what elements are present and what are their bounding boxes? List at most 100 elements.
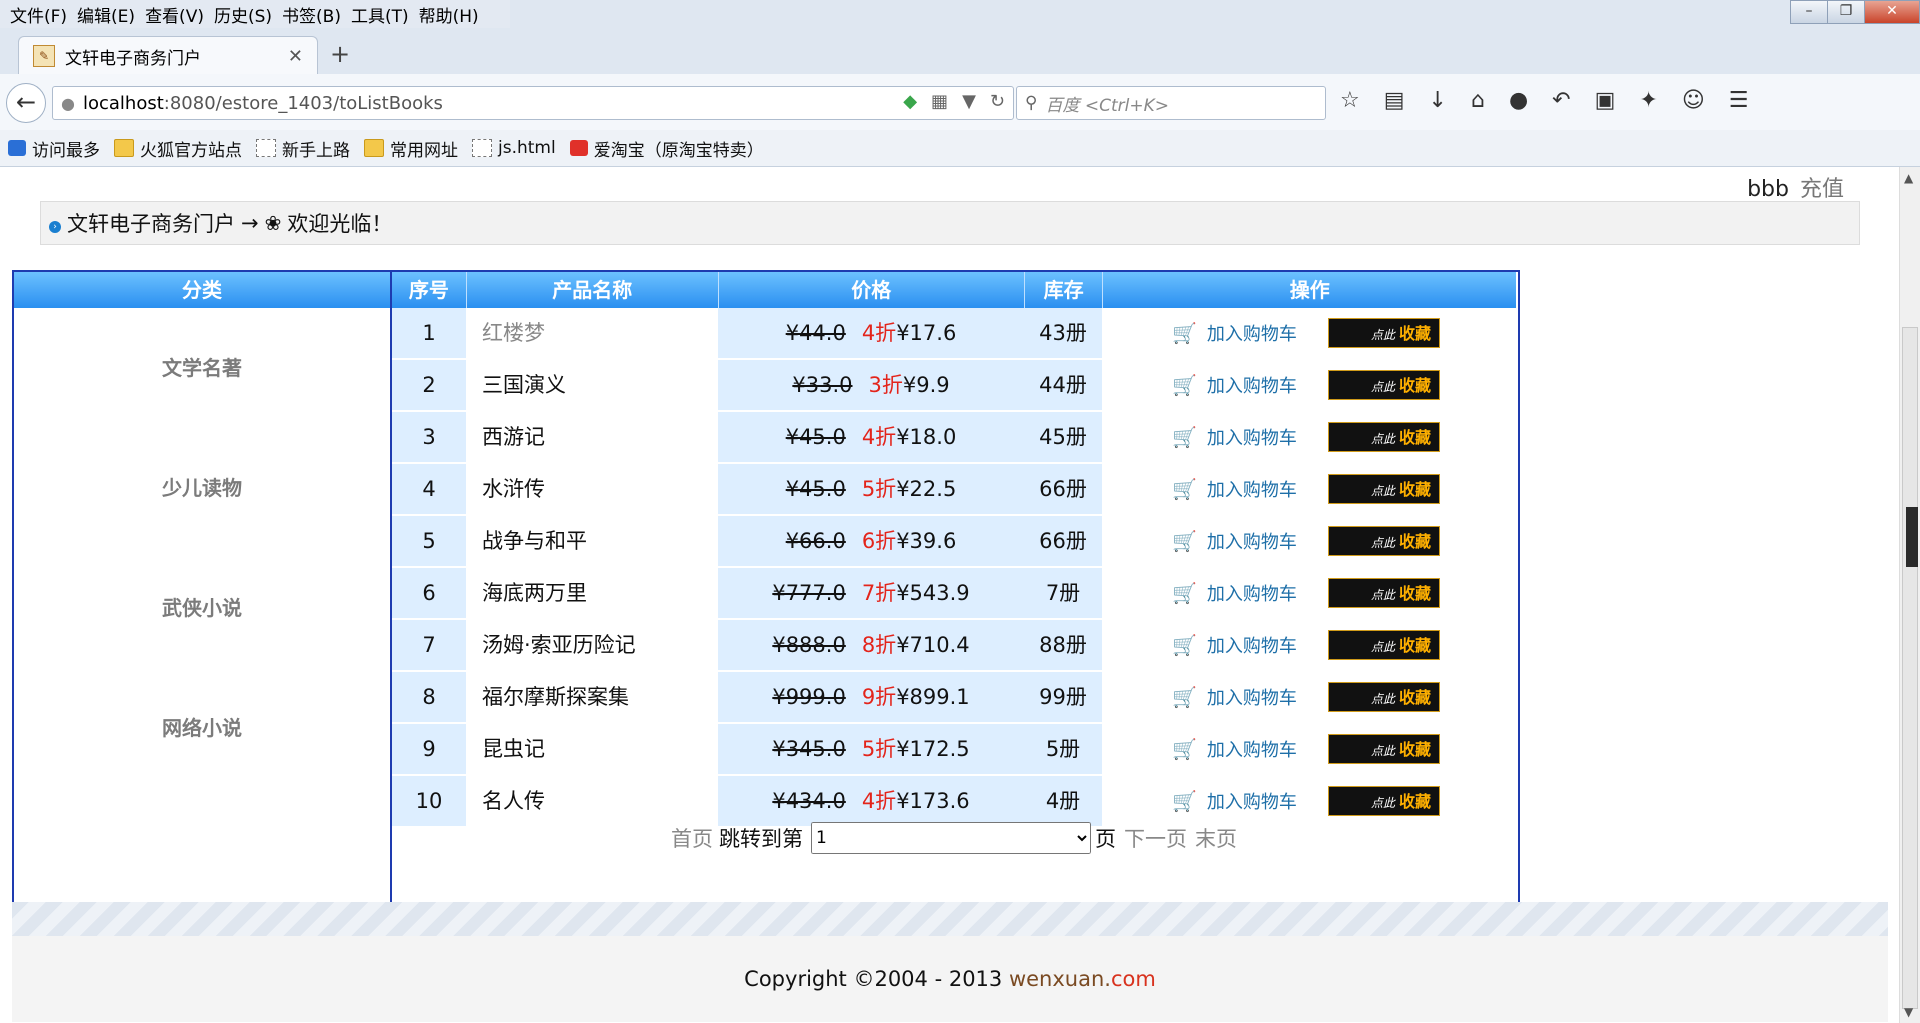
- add-to-cart-button[interactable]: 🛒 加入购物车: [1172, 620, 1297, 672]
- page-select[interactable]: 1: [811, 822, 1091, 854]
- category-item[interactable]: 武侠小说: [14, 592, 390, 621]
- favorite-prefix: 点此: [1370, 328, 1395, 342]
- cell-action: 🛒 加入购物车 点此 收藏: [1102, 776, 1516, 826]
- add-to-cart-button[interactable]: 🛒 加入购物车: [1172, 672, 1297, 724]
- next-page-link[interactable]: 下一页: [1124, 823, 1187, 853]
- reload-icon[interactable]: ↻: [990, 91, 1005, 112]
- cart-icon: 🛒: [1172, 685, 1197, 709]
- search-bar[interactable]: ⚲ 百度 <Ctrl+K>: [1016, 86, 1326, 120]
- footer-site[interactable]: wenxuan.: [1009, 967, 1111, 991]
- favorite-button[interactable]: 点此 收藏: [1328, 682, 1440, 712]
- chat-icon[interactable]: ●: [1509, 88, 1528, 113]
- new-tab-icon[interactable]: +: [330, 40, 350, 68]
- cell-name[interactable]: 三国演义: [466, 360, 718, 410]
- address-bar[interactable]: ● localhost :8080/estore_1403/toListBook…: [52, 86, 1014, 120]
- cell-name[interactable]: 海底两万里: [466, 568, 718, 618]
- qr-code-icon[interactable]: ▦: [931, 91, 948, 112]
- shield-icon[interactable]: ◆: [903, 91, 917, 112]
- dropdown-icon[interactable]: ▼: [962, 91, 976, 112]
- download-icon[interactable]: ↓: [1429, 88, 1447, 113]
- scroll-marker: [1906, 507, 1918, 567]
- bookmark-star-icon[interactable]: ☆: [1340, 88, 1360, 113]
- footer-site-tld[interactable]: com: [1111, 967, 1156, 991]
- reading-list-icon[interactable]: ▤: [1384, 88, 1405, 113]
- cart-icon: 🛒: [1172, 737, 1197, 761]
- add-to-cart-button[interactable]: 🛒 加入购物车: [1172, 360, 1297, 412]
- restore-icon[interactable]: ❐: [1827, 0, 1865, 24]
- menu-help[interactable]: 帮助(H): [419, 2, 479, 27]
- cell-name[interactable]: 水浒传: [466, 464, 718, 514]
- cell-name[interactable]: 西游记: [466, 412, 718, 462]
- cell-name[interactable]: 红楼梦: [466, 308, 718, 358]
- bookmark-firefox-site[interactable]: 火狐官方站点: [114, 136, 242, 161]
- add-to-cart-label: 加入购物车: [1206, 740, 1297, 761]
- search-icon: ⚲: [1025, 93, 1038, 113]
- close-tab-icon[interactable]: ✕: [288, 46, 303, 67]
- discount: 5折: [861, 477, 897, 501]
- category-item[interactable]: 网络小说: [14, 712, 390, 741]
- menu-tools[interactable]: 工具(T): [351, 2, 409, 27]
- bookmark-js-html[interactable]: js.html: [472, 138, 556, 158]
- bookmark-getting-started[interactable]: 新手上路: [256, 136, 350, 161]
- scroll-up-icon[interactable]: ▲: [1904, 171, 1913, 185]
- first-page-link[interactable]: 首页: [671, 823, 713, 853]
- favorite-button[interactable]: 点此 收藏: [1328, 474, 1440, 504]
- menu-edit[interactable]: 编辑(E): [77, 2, 135, 27]
- favorite-button[interactable]: 点此 收藏: [1328, 422, 1440, 452]
- browser-chrome: 文件(F) 编辑(E) 查看(V) 历史(S) 书签(B) 工具(T) 帮助(H…: [0, 0, 1920, 167]
- cell-stock: 7册: [1024, 568, 1102, 618]
- undo-icon[interactable]: ↶: [1552, 88, 1570, 113]
- add-to-cart-button[interactable]: 🛒 加入购物车: [1172, 516, 1297, 568]
- bookmark-common-sites[interactable]: 常用网址: [364, 136, 458, 161]
- close-window-icon[interactable]: ✕: [1864, 0, 1920, 24]
- crop-icon[interactable]: ▣: [1595, 88, 1616, 113]
- menu-bookmarks[interactable]: 书签(B): [282, 2, 341, 27]
- discount: 9折: [861, 685, 897, 709]
- recharge-link[interactable]: 充值: [1800, 177, 1844, 202]
- last-page-link[interactable]: 末页: [1195, 823, 1237, 853]
- add-to-cart-button[interactable]: 🛒 加入购物车: [1172, 724, 1297, 776]
- add-to-cart-button[interactable]: 🛒 加入购物车: [1172, 776, 1297, 828]
- menu-view[interactable]: 查看(V): [145, 2, 204, 27]
- extension-icon[interactable]: ✦: [1639, 88, 1657, 113]
- back-icon[interactable]: ←: [6, 83, 46, 123]
- cell-name[interactable]: 名人传: [466, 776, 718, 826]
- favorite-button[interactable]: 点此 收藏: [1328, 578, 1440, 608]
- bookmark-most-visited[interactable]: 访问最多: [8, 136, 100, 161]
- home-icon[interactable]: ⌂: [1471, 88, 1485, 113]
- add-to-cart-button[interactable]: 🛒 加入购物车: [1172, 464, 1297, 516]
- favorite-prefix: 点此: [1370, 692, 1395, 706]
- add-to-cart-button[interactable]: 🛒 加入购物车: [1172, 568, 1297, 620]
- add-to-cart-button[interactable]: 🛒 加入购物车: [1172, 308, 1297, 360]
- tab-active[interactable]: ✎ 文轩电子商务门户 ✕: [18, 36, 318, 75]
- cell-name[interactable]: 昆虫记: [466, 724, 718, 774]
- favorite-button[interactable]: 点此 收藏: [1328, 370, 1440, 400]
- cell-name[interactable]: 战争与和平: [466, 516, 718, 566]
- favorite-button[interactable]: 点此 收藏: [1328, 630, 1440, 660]
- scroll-down-icon[interactable]: ▼: [1904, 1005, 1913, 1019]
- favorite-label: 收藏: [1398, 792, 1431, 811]
- favorite-button[interactable]: 点此 收藏: [1328, 318, 1440, 348]
- cell-name[interactable]: 汤姆·索亚历险记: [466, 620, 718, 670]
- emoji-icon[interactable]: ☺: [1682, 88, 1705, 113]
- favorite-button[interactable]: 点此 收藏: [1328, 786, 1440, 816]
- scroll-thumb[interactable]: [1902, 327, 1918, 1009]
- breadcrumb-site[interactable]: 文轩电子商务门户: [67, 208, 235, 238]
- add-to-cart-label: 加入购物车: [1206, 688, 1297, 709]
- minimize-icon[interactable]: –: [1790, 0, 1828, 24]
- hamburger-menu-icon[interactable]: ☰: [1729, 88, 1749, 113]
- original-price: ¥777.0: [772, 581, 846, 605]
- menu-file[interactable]: 文件(F): [10, 2, 67, 27]
- add-to-cart-button[interactable]: 🛒 加入购物车: [1172, 412, 1297, 464]
- cell-no: 8: [392, 672, 466, 722]
- category-item[interactable]: 文学名著: [14, 352, 390, 381]
- favorite-button[interactable]: 点此 收藏: [1328, 526, 1440, 556]
- favorite-button[interactable]: 点此 收藏: [1328, 734, 1440, 764]
- favorite-prefix: 点此: [1370, 484, 1395, 498]
- taobao-icon: [569, 140, 588, 156]
- category-item[interactable]: 少儿读物: [14, 472, 390, 501]
- bookmark-ai-taobao[interactable]: 爱淘宝（原淘宝特卖）: [569, 136, 764, 161]
- cell-name[interactable]: 福尔摩斯探案集: [466, 672, 718, 722]
- menu-history[interactable]: 历史(S): [214, 2, 272, 27]
- vertical-scrollbar[interactable]: ▲ ▼: [1899, 167, 1920, 1023]
